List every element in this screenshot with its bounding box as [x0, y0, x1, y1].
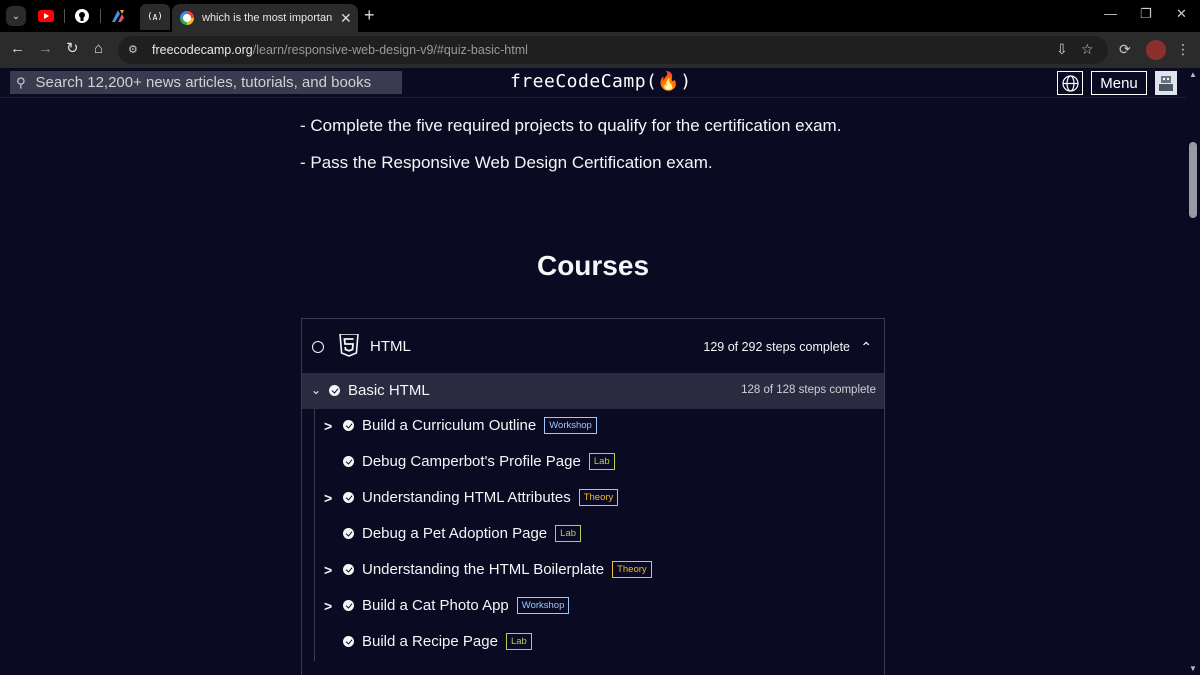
complete-check-icon	[343, 456, 354, 467]
list-item[interactable]: Debug Camperbot's Profile Page Lab	[315, 445, 884, 481]
chevron-right-icon[interactable]: >	[324, 598, 332, 614]
tab-search-icon[interactable]: ⌄	[6, 6, 26, 26]
course-title: HTML	[370, 338, 411, 355]
course-card-html: HTML 129 of 292 steps complete ⌃ ⌄ Basic…	[301, 318, 885, 675]
step-title: Understanding HTML Attributes Theory	[362, 489, 619, 506]
complete-check-icon	[343, 528, 354, 539]
list-item[interactable]: > Understanding HTML Attributes Theory	[315, 481, 884, 517]
workshop-badge: Workshop	[516, 597, 570, 614]
restore-icon[interactable]: ❐	[1140, 6, 1152, 22]
youtube-tab-icon[interactable]	[38, 8, 54, 24]
user-avatar-icon[interactable]	[1155, 71, 1177, 95]
search-input[interactable]	[35, 74, 396, 91]
site-info-icon[interactable]: ⚙	[128, 43, 142, 57]
course-progress: 129 of 292 steps complete	[703, 340, 850, 354]
block-title: Basic HTML	[348, 382, 430, 399]
app-tab-icon[interactable]	[110, 8, 126, 24]
scrollbar-thumb[interactable]	[1189, 142, 1197, 218]
incomplete-circle-icon	[312, 341, 324, 353]
step-title: Understanding the HTML Boilerplate Theory	[362, 561, 652, 578]
active-tab[interactable]: which is the most important he ✕	[172, 4, 358, 32]
lab-badge: Lab	[505, 633, 532, 650]
url-path: /learn/responsive-web-design-v9/#quiz-ba…	[252, 43, 528, 57]
tab-separator	[100, 9, 101, 23]
chevron-right-icon[interactable]: >	[324, 562, 332, 578]
fcc-navbar: ⚲ freeCodeCamp(🔥) Menu	[0, 68, 1200, 98]
complete-check-icon	[343, 600, 354, 611]
tab-separator	[64, 9, 65, 23]
menu-button[interactable]: Menu	[1091, 71, 1147, 95]
lab-badge: Lab	[588, 453, 615, 470]
github-tab-icon[interactable]	[74, 8, 90, 24]
install-app-icon[interactable]: ⇩	[1056, 41, 1068, 57]
html5-icon	[339, 334, 359, 357]
block-header-basic-html[interactable]: ⌄ Basic HTML 128 of 128 steps complete	[302, 373, 884, 409]
list-item[interactable]: Debug a Pet Adoption Page Lab	[315, 517, 884, 553]
chevron-right-icon[interactable]: >	[324, 418, 332, 434]
list-item[interactable]: > Build a Cat Photo App Workshop	[315, 589, 884, 625]
extension-icon[interactable]: ⟳	[1119, 41, 1131, 57]
google-icon	[180, 11, 194, 25]
fcc-logo[interactable]: freeCodeCamp(🔥)	[510, 71, 692, 92]
step-title: Debug Camperbot's Profile Page Lab	[362, 453, 615, 470]
home-icon[interactable]: ⌂	[94, 40, 103, 58]
step-title: Build a Curriculum Outline Workshop	[362, 417, 597, 434]
theory-badge: Theory	[578, 489, 619, 506]
reload-icon[interactable]: ↻	[66, 40, 79, 58]
close-window-icon[interactable]: ✕	[1176, 6, 1187, 22]
close-tab-icon[interactable]: ✕	[340, 10, 352, 27]
browser-window: ⌄ (A) which is the most important he ✕ +…	[0, 0, 1200, 675]
list-item[interactable]: > Understanding the HTML Boilerplate Theo…	[315, 553, 884, 589]
complete-check-icon	[343, 636, 354, 647]
collapse-caret-icon[interactable]: ⌃	[860, 339, 872, 356]
course-header[interactable]: HTML 129 of 292 steps complete ⌃	[302, 319, 884, 373]
complete-check-icon	[329, 385, 340, 396]
theory-badge: Theory	[612, 561, 652, 578]
scroll-down-arrow[interactable]: ▼	[1189, 664, 1197, 673]
block-step-list: > Build a Curriculum Outline Workshop Deb…	[314, 409, 884, 661]
browser-menu-icon[interactable]: ⋮	[1176, 41, 1190, 57]
chevron-right-icon[interactable]: >	[324, 490, 332, 506]
tab-strip: ⌄ (A) which is the most important he ✕ +…	[0, 0, 1200, 32]
complete-check-icon	[343, 564, 354, 575]
workshop-badge: Workshop	[544, 417, 597, 434]
profile-avatar[interactable]	[1146, 40, 1166, 60]
lab-badge: Lab	[555, 525, 582, 542]
browser-toolbar: ← → ↻ ⌂ ⚙ freecodecamp.org/learn/respons…	[0, 32, 1200, 68]
list-item[interactable]: Build a Recipe Page Lab	[315, 625, 884, 661]
scroll-up-arrow[interactable]: ▲	[1189, 70, 1197, 79]
forward-icon[interactable]: →	[38, 40, 53, 58]
globe-icon	[1061, 74, 1079, 92]
minimize-icon[interactable]: —	[1104, 6, 1117, 21]
back-icon[interactable]: ←	[10, 40, 25, 58]
requirement-line: - Pass the Responsive Web Design Certifi…	[300, 153, 713, 172]
new-tab-button[interactable]: +	[364, 6, 375, 24]
courses-heading: Courses	[536, 250, 650, 281]
list-item[interactable]: > Build a Curriculum Outline Workshop	[315, 409, 884, 445]
url-host: freecodecamp.org	[152, 43, 253, 57]
complete-check-icon	[343, 420, 354, 431]
search-bar[interactable]: ⚲	[10, 71, 402, 94]
language-globe-button[interactable]	[1057, 71, 1083, 95]
complete-check-icon	[343, 492, 354, 503]
step-title: Debug a Pet Adoption Page Lab	[362, 525, 582, 542]
search-icon: ⚲	[16, 74, 26, 90]
active-tab-title: which is the most important he	[202, 12, 332, 24]
step-title: Build a Cat Photo App Workshop	[362, 597, 570, 614]
chevron-down-icon: ⌄	[311, 383, 322, 397]
block-progress: 128 of 128 steps complete	[741, 384, 876, 396]
address-bar[interactable]: ⚙ freecodecamp.org/learn/responsive-web-…	[118, 36, 1108, 64]
step-title: Build a Recipe Page Lab	[362, 633, 532, 650]
bookmark-star-icon[interactable]: ☆	[1081, 41, 1094, 57]
requirement-line: - Complete the five required projects to…	[300, 116, 842, 135]
freecodecamp-tab-icon[interactable]: (A)	[140, 4, 170, 30]
